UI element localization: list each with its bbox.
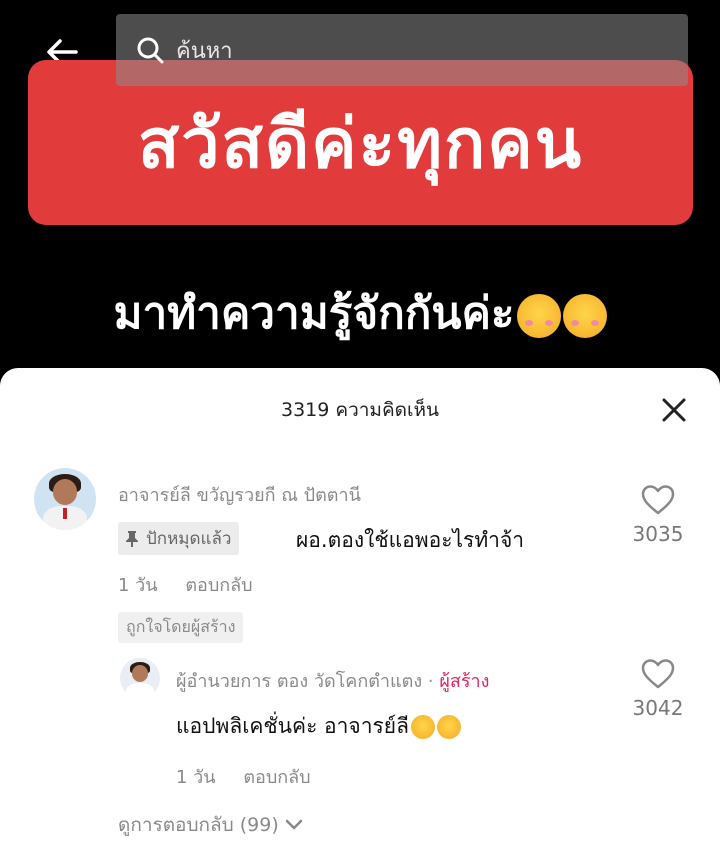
comment-time: 1 วัน	[176, 767, 216, 788]
like-button[interactable]: 3035	[626, 484, 690, 546]
comment-meta: 1 วัน ตอบกลับ	[176, 762, 311, 791]
liked-by-creator-badge: ถูกใจโดยผู้สร้าง	[118, 612, 244, 643]
avatar[interactable]	[34, 468, 96, 530]
comment-text: ผอ.ตองใช้แอพอะไรทำจ้า	[296, 528, 525, 552]
comment-time: 1 วัน	[118, 575, 158, 596]
comments-sheet: 3319 ความคิดเห็น อาจารย์ลี ขวัญรวยกี ณ ป…	[0, 368, 720, 850]
reply-button[interactable]: ตอบกลับ	[185, 575, 252, 596]
pinned-label: ปักหมุดแล้ว	[146, 529, 232, 549]
reply-button[interactable]: ตอบกลับ	[243, 767, 310, 788]
video-subtitle: มาทำความรู้จักกันค่ะ	[0, 278, 720, 348]
heart-icon	[641, 659, 675, 689]
separator-dot: ·	[427, 671, 434, 692]
comment-author[interactable]: ผู้อำนวยการ ตอง วัดโคกตำแตง	[176, 671, 422, 692]
pin-icon	[126, 530, 138, 547]
like-button[interactable]: 3042	[626, 658, 690, 720]
smiling-face-with-hearts-icon	[410, 715, 435, 739]
reply-author-line: ผู้อำนวยการ ตอง วัดโคกตำแตง · ผู้สร้าง	[176, 666, 489, 695]
creator-tag: ผู้สร้าง	[439, 671, 490, 692]
comment-text-content: แอปพลิเคชั่นค่ะ อาจารย์ลี	[176, 714, 409, 738]
comment-author[interactable]: อาจารย์ลี ขวัญรวยกี ณ ปัตตานี	[118, 480, 361, 509]
avatar[interactable]	[120, 658, 160, 698]
video-area: สวัสดีค่ะทุกคน ค้นหา มาทำความรู้จักกันค่…	[0, 0, 720, 380]
search-icon	[132, 32, 168, 68]
close-icon	[662, 398, 686, 422]
comment-meta: 1 วัน ตอบกลับ	[118, 570, 253, 599]
pinned-badge: ปักหมุดแล้ว	[118, 522, 240, 555]
comment-text: แอปพลิเคชั่นค่ะ อาจารย์ลี	[176, 710, 461, 743]
like-count: 3042	[632, 696, 684, 720]
heart-icon	[641, 485, 675, 515]
view-replies-button[interactable]: ดูการตอบกลับ (99)	[118, 810, 303, 840]
view-replies-label: ดูการตอบกลับ (99)	[118, 814, 279, 836]
subtitle-text: มาทำความรู้จักกันค่ะ	[113, 288, 515, 339]
comments-header: 3319 ความคิดเห็น	[0, 368, 720, 452]
smiling-face-with-hearts-icon	[516, 294, 561, 338]
smiling-face-with-hearts-icon	[436, 715, 461, 739]
search-input[interactable]: ค้นหา	[116, 14, 688, 86]
close-button[interactable]	[658, 394, 690, 426]
banner-text: สวัสดีค่ะทุกคน	[137, 104, 584, 184]
smiling-face-with-hearts-icon	[562, 294, 607, 338]
search-placeholder: ค้นหา	[176, 38, 233, 64]
chevron-down-icon	[285, 819, 303, 830]
comments-count-title: 3319 ความคิดเห็น	[280, 399, 440, 421]
like-count: 3035	[632, 522, 684, 546]
